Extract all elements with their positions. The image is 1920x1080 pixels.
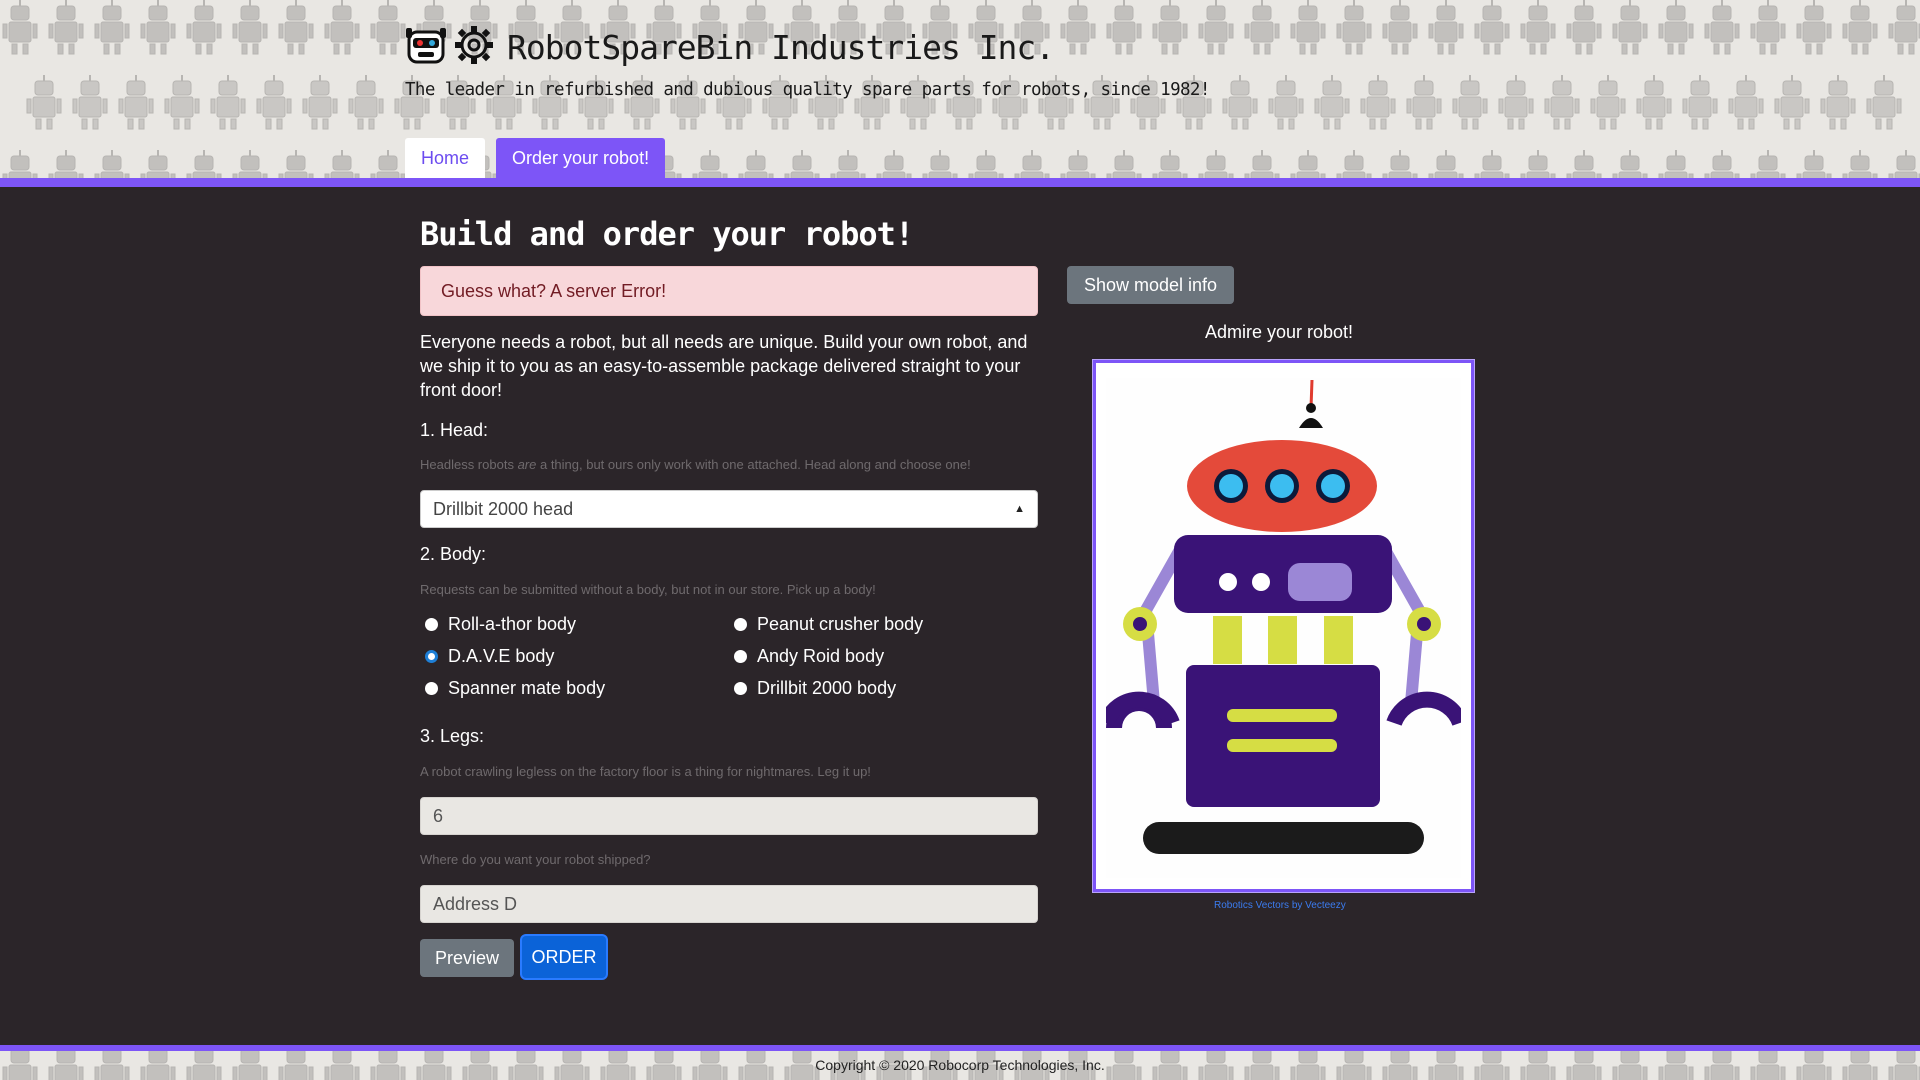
robot-preview-frame (1092, 359, 1475, 893)
nav-tab-home[interactable]: Home (405, 138, 486, 178)
head-help-text: Headless robots are a thing, but ours on… (420, 457, 971, 472)
body-label: 2. Body: (420, 544, 487, 564)
nav-tab-order-robot[interactable]: Order your robot! (496, 138, 666, 178)
body-radio-spanner-mate[interactable]: Spanner mate body (425, 678, 605, 699)
radio-label: Spanner mate body (448, 678, 606, 698)
radio-circle[interactable] (734, 650, 747, 663)
head-help-part: a thing, but ours only work with one att… (536, 457, 971, 472)
head-select[interactable]: Drillbit 2000 head ▲ (420, 490, 1038, 528)
brand: RobotSpareBin Industries Inc. (405, 24, 1055, 71)
body-radio-dave[interactable]: D.A.V.E body (425, 646, 554, 667)
radio-label: Roll-a-thor body (448, 614, 577, 634)
site-header: RobotSpareBin Industries Inc. The leader… (0, 0, 1920, 178)
site-tagline: The leader in refurbished and dubious qu… (405, 80, 1210, 100)
radio-label: D.A.V.E body (448, 646, 555, 666)
order-button[interactable]: ORDER (522, 936, 606, 978)
legs-help-text: A robot crawling legless on the factory … (420, 764, 871, 779)
robot-preview-image (1106, 378, 1461, 878)
gear-icon (453, 24, 495, 71)
show-model-info-button[interactable]: Show model info (1067, 266, 1234, 304)
body-radio-peanut-crusher[interactable]: Peanut crusher body (734, 614, 923, 635)
legs-label: 3. Legs: (420, 726, 485, 746)
page-title: Build and order your robot! (420, 215, 914, 253)
radio-circle[interactable] (734, 618, 747, 631)
radio-circle[interactable] (734, 682, 747, 695)
radio-circle-checked[interactable] (425, 650, 438, 663)
radio-label: Peanut crusher body (757, 614, 924, 634)
body-radio-drillbit-2000[interactable]: Drillbit 2000 body (734, 678, 896, 699)
image-credit-link[interactable]: Robotics Vectors by Vecteezy (1214, 900, 1346, 911)
preview-button[interactable]: Preview (420, 939, 514, 977)
select-caret-icon: ▲ (1014, 503, 1025, 515)
body-radio-roll-a-thor[interactable]: Roll-a-thor body (425, 614, 576, 635)
robot-head-icon (405, 24, 447, 71)
legs-input[interactable]: 6 (420, 797, 1038, 835)
site-title: RobotSpareBin Industries Inc. (507, 28, 1055, 67)
site-footer: Copyright © 2020 Robocorp Technologies, … (0, 1051, 1920, 1080)
body-help-text: Requests can be submitted without a body… (420, 582, 876, 597)
main-nav: Home Order your robot! (405, 138, 666, 178)
address-input[interactable]: Address D (420, 885, 1038, 923)
error-alert: Guess what? A server Error! (420, 266, 1038, 316)
head-label: 1. Head: (420, 420, 489, 440)
address-help-text: Where do you want your robot shipped? (420, 852, 651, 867)
head-select-value: Drillbit 2000 head (433, 499, 574, 519)
radio-circle[interactable] (425, 682, 438, 695)
head-help-part: Headless robots (420, 457, 518, 472)
body-radio-andy-roid[interactable]: Andy Roid body (734, 646, 884, 667)
nav-underline (0, 178, 1920, 187)
radio-circle[interactable] (425, 618, 438, 631)
admire-heading: Admire your robot! (1205, 322, 1354, 342)
head-help-emphasis: are (517, 457, 537, 472)
radio-label: Drillbit 2000 body (757, 678, 897, 698)
copyright-text: Copyright © 2020 Robocorp Technologies, … (815, 1057, 1105, 1073)
intro-text: Everyone needs a robot, but all needs ar… (420, 332, 1028, 400)
radio-label: Andy Roid body (757, 646, 885, 666)
